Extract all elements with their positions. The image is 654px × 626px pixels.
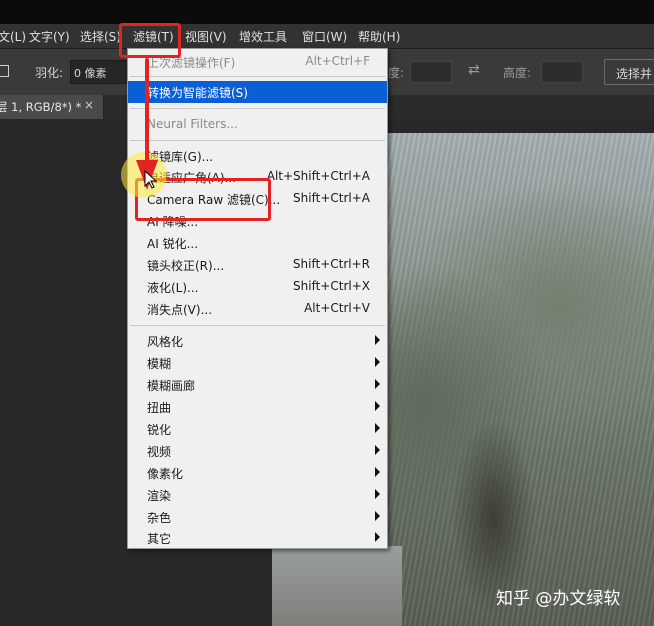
mouse-cursor-icon: [144, 170, 158, 189]
annotation-arrow-icon: [136, 58, 158, 190]
watermark: 知乎 @办文绿软: [496, 589, 621, 609]
